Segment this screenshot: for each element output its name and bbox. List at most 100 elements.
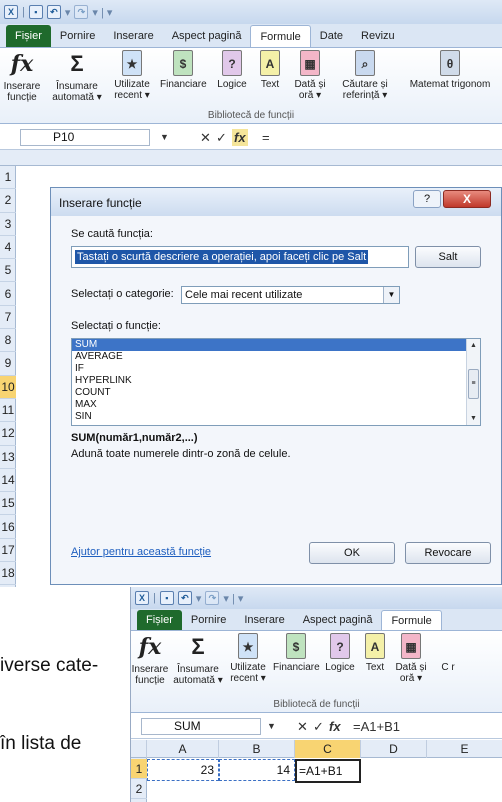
financial-button[interactable]: $ Financiare (160, 50, 207, 90)
tab-formulas[interactable]: Formule (250, 25, 311, 47)
row-number[interactable]: 11 (0, 399, 16, 423)
list-item[interactable]: HYPERLINK (72, 375, 480, 387)
tab-insert[interactable]: Inserare (104, 25, 162, 47)
select-all-corner[interactable] (131, 740, 147, 758)
list-item[interactable]: SIN (72, 411, 480, 423)
text-button[interactable]: A Text (361, 633, 389, 673)
tab-insert[interactable]: Inserare (235, 610, 293, 630)
lookup-button[interactable]: ⌕ Căutare și referință ▾ (334, 50, 396, 101)
column-header-b[interactable]: B (219, 740, 295, 758)
row-number[interactable]: 3 (0, 213, 16, 236)
enter-icon[interactable]: ✓ (216, 129, 227, 146)
row-number[interactable]: 16 (0, 516, 16, 539)
tab-page-layout[interactable]: Aspect pagină (163, 25, 251, 47)
ribbon-tabs: Fișier Pornire Inserare Aspect pagină Fo… (131, 609, 502, 631)
row-number[interactable]: 14 (0, 469, 16, 493)
tab-home[interactable]: Pornire (51, 25, 104, 47)
formula-input[interactable]: = (262, 129, 270, 146)
row-number[interactable]: 1 (131, 759, 147, 779)
math-button[interactable]: θ Matemat trigonom (400, 50, 500, 90)
tab-formulas[interactable]: Formule (381, 610, 442, 630)
close-button[interactable]: X (443, 190, 491, 208)
undo-icon[interactable]: ↶ (177, 591, 192, 605)
list-item[interactable]: IF (72, 363, 480, 375)
autosum-button[interactable]: Σ Însumare automată ▾ (173, 633, 223, 686)
cancel-button[interactable]: Revocare (405, 542, 491, 564)
name-box[interactable]: SUM (141, 718, 261, 735)
category-select[interactable]: Cele mai recent utilizate ▼ (181, 286, 400, 304)
scroll-thumb[interactable]: ≡ (468, 369, 479, 399)
save-icon[interactable]: ▪ (159, 591, 174, 605)
cell-c1[interactable]: =A1+B1 (295, 759, 361, 783)
undo-icon[interactable]: ↶ (46, 5, 61, 19)
insert-function-button[interactable]: fx Inserare funcție (2, 50, 42, 103)
logical-button[interactable]: ? Logice (214, 50, 250, 90)
list-scrollbar[interactable]: ▲ ≡ ▼ (466, 339, 480, 425)
name-box-dropdown-icon[interactable]: ▼ (160, 129, 169, 146)
row-number[interactable]: 12 (0, 422, 16, 446)
row-number[interactable]: 8 (0, 329, 16, 353)
list-item[interactable]: MAX (72, 399, 480, 411)
row-number[interactable]: 2 (0, 189, 16, 213)
search-input[interactable]: Tastați o scurtă descriere a operației, … (71, 246, 409, 268)
fx-insert-icon[interactable]: fx (329, 718, 341, 735)
column-header-d[interactable]: D (361, 740, 427, 758)
row-number[interactable]: 7 (0, 306, 16, 330)
insert-function-button[interactable]: fx Inserare funcție (131, 633, 169, 686)
tab-data[interactable]: Date (311, 25, 352, 47)
tab-file[interactable]: Fișier (137, 610, 182, 630)
formula-input[interactable]: =A1+B1 (353, 718, 400, 735)
row-number[interactable]: 4 (0, 236, 16, 260)
datetime-button[interactable]: ▦ Dată și oră ▾ (290, 50, 330, 101)
row-number[interactable]: 2 (131, 779, 147, 799)
function-list[interactable]: SUM AVERAGE IF HYPERLINK COUNT MAX SIN ▲… (71, 338, 481, 426)
financial-button[interactable]: $ Financiare (273, 633, 320, 673)
help-button[interactable]: ? (413, 190, 441, 208)
scroll-down-icon[interactable]: ▼ (467, 412, 480, 425)
column-header-a[interactable]: A (147, 740, 219, 758)
logical-button[interactable]: ? Logice (323, 633, 357, 673)
column-header-c[interactable]: C (295, 740, 361, 758)
ok-button[interactable]: OK (309, 542, 395, 564)
recent-button[interactable]: ★ Utilizate recent ▾ (110, 50, 154, 101)
name-box-dropdown-icon[interactable]: ▼ (267, 718, 276, 735)
tab-page-layout[interactable]: Aspect pagină (294, 610, 382, 630)
list-item[interactable]: SUM (72, 339, 480, 351)
help-link[interactable]: Ajutor pentru această funcție (71, 546, 211, 558)
name-box[interactable]: P10 (20, 129, 150, 146)
row-number[interactable]: 1 (0, 166, 16, 190)
cancel-icon[interactable]: ✕ (297, 718, 308, 735)
datetime-label: Dată și oră ▾ (294, 79, 326, 101)
save-icon[interactable]: ▪ (28, 5, 43, 19)
tab-review[interactable]: Revizu (352, 25, 404, 47)
scroll-up-icon[interactable]: ▲ (467, 339, 480, 352)
cancel-icon[interactable]: ✕ (200, 129, 211, 146)
tab-file[interactable]: Fișier (6, 25, 51, 47)
recent-button[interactable]: ★ Utilizate recent ▾ (227, 633, 269, 684)
row-number[interactable]: 17 (0, 539, 16, 563)
row-number[interactable]: 5 (0, 259, 16, 283)
row-number[interactable]: 13 (0, 446, 16, 469)
tab-home[interactable]: Pornire (182, 610, 235, 630)
row-number[interactable]: 10 (0, 375, 16, 399)
column-header-e[interactable]: E (427, 740, 502, 758)
chevron-down-icon[interactable]: ▼ (383, 287, 399, 303)
row-number[interactable]: 18 (0, 562, 16, 586)
list-item[interactable]: AVERAGE (72, 351, 480, 363)
cell-b1[interactable]: 14 (219, 759, 295, 781)
row-number[interactable]: 15 (0, 492, 16, 516)
row-number[interactable]: 6 (0, 283, 16, 306)
enter-icon[interactable]: ✓ (313, 718, 324, 735)
redo-icon[interactable]: ↷ (74, 5, 89, 19)
datetime-button[interactable]: ▦ Dată și oră ▾ (393, 633, 429, 684)
autosum-button[interactable]: Σ Însumare automată ▾ (50, 50, 104, 103)
lookup-button[interactable]: C r (433, 633, 463, 673)
row-number[interactable]: 9 (0, 352, 16, 376)
fx-insert-icon[interactable]: fx (232, 129, 248, 146)
redo-icon[interactable]: ↷ (205, 591, 220, 605)
ribbon-tabs: Fișier Pornire Inserare Aspect pagină Fo… (0, 24, 502, 48)
list-item[interactable]: COUNT (72, 387, 480, 399)
text-button[interactable]: A Text (256, 50, 284, 90)
go-button[interactable]: Salt (415, 246, 481, 268)
cell-a1[interactable]: 23 (147, 759, 219, 781)
